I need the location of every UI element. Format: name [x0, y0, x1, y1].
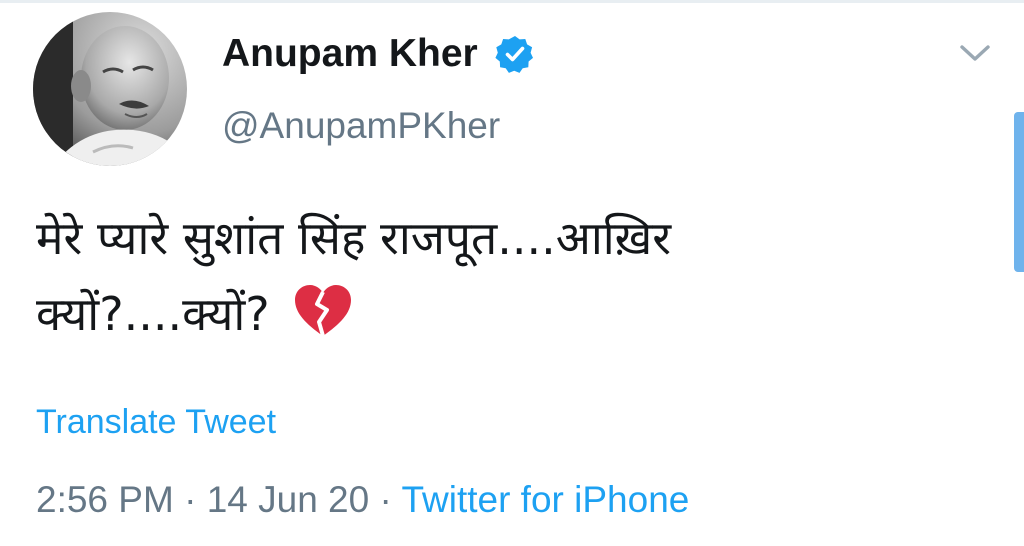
meta-separator: ·	[173, 479, 207, 520]
broken-heart-icon	[292, 282, 354, 340]
verified-badge-icon	[495, 34, 535, 74]
tweet-text-line-2: क्यों?....क्यों?	[36, 276, 976, 352]
divider	[0, 0, 1024, 3]
chevron-down-icon[interactable]	[958, 40, 992, 66]
author-handle[interactable]: @AnupamPKher	[222, 103, 500, 149]
tweet-date[interactable]: 14 Jun 20	[207, 479, 370, 520]
tweet-card: Anupam Kher @AnupamPKher मेरे प्यारे सुश…	[0, 0, 1024, 546]
tweet-text: मेरे प्यारे सुशांत सिंह राजपूत....आख़िर …	[36, 200, 976, 352]
meta-separator-2: ·	[369, 479, 402, 520]
tweet-source-link[interactable]: Twitter for iPhone	[401, 479, 689, 520]
tweet-time[interactable]: 2:56 PM	[36, 479, 174, 520]
scrollbar[interactable]	[1014, 112, 1024, 272]
translate-tweet-link[interactable]: Translate Tweet	[36, 400, 276, 444]
author-display-name[interactable]: Anupam Kher	[222, 30, 478, 78]
avatar[interactable]	[33, 12, 187, 166]
tweet-meta: 2:56 PM · 14 Jun 20 · Twitter for iPhone	[36, 476, 689, 524]
tweet-text-line: मेरे प्यारे सुशांत सिंह राजपूत....आख़िर	[36, 211, 672, 265]
tweet-text-line-content: क्यों?....क्यों?	[36, 287, 270, 341]
